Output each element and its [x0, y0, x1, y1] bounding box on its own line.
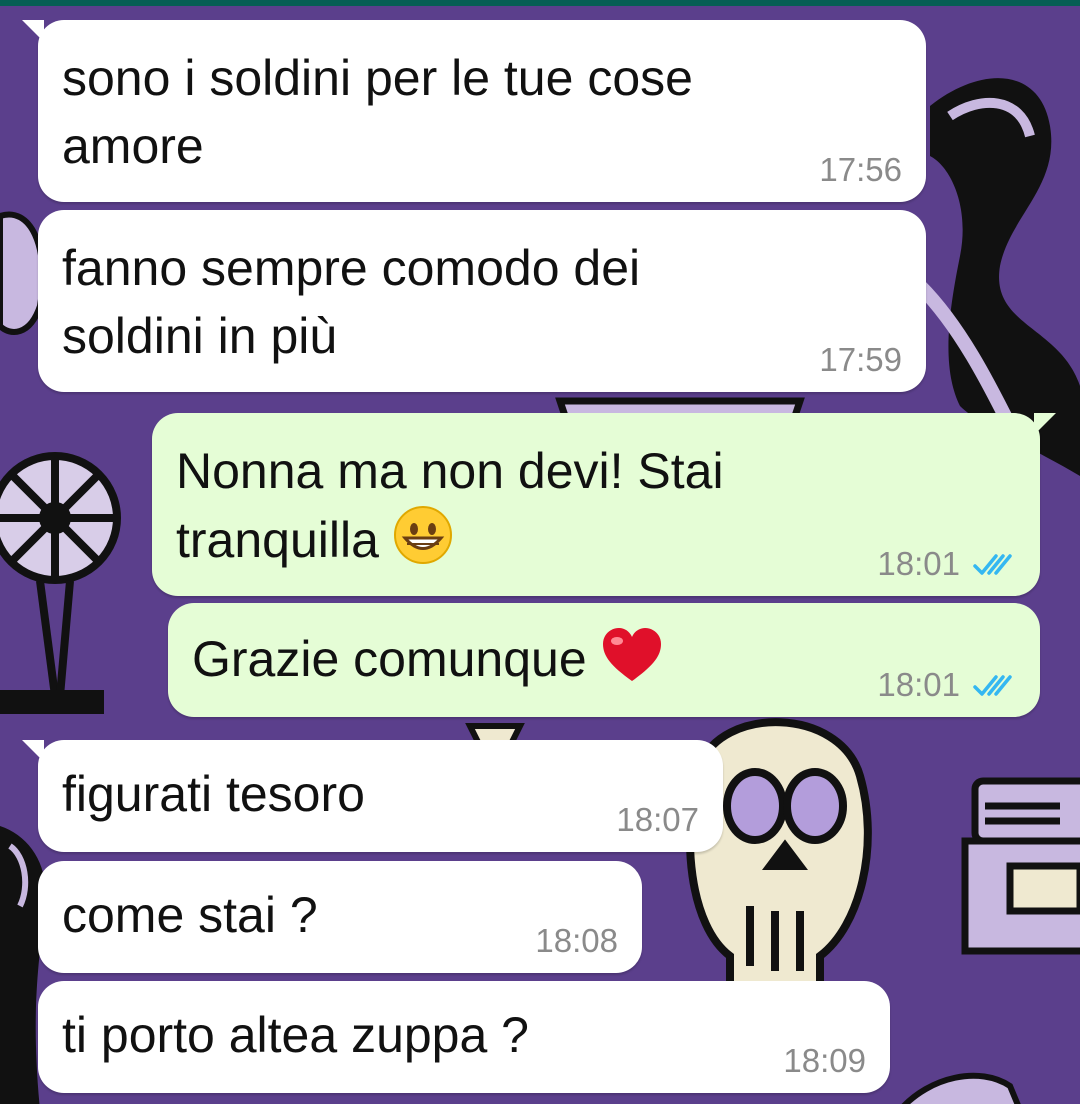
message-timestamp: 17:56	[819, 151, 902, 188]
message-text-content: Grazie comunque	[192, 631, 587, 687]
incoming-message-bubble[interactable]: sono i soldini per le tue cose amore 17:…	[22, 20, 926, 202]
bottom-creature-icon	[901, 1072, 1021, 1104]
message-meta: 18:08	[535, 921, 618, 961]
double-check-read-icon	[973, 554, 1012, 575]
bubble-tail	[1034, 413, 1056, 435]
message-meta: 17:59	[819, 340, 902, 380]
outgoing-message-bubble[interactable]: Nonna ma non devi! Stai tranquilla 18:01	[152, 413, 1056, 596]
message-meta: 18:07	[616, 800, 699, 840]
message-meta: 18:09	[783, 1041, 866, 1081]
message-meta: 17:56	[819, 150, 902, 190]
double-check-read-icon	[973, 675, 1012, 696]
red-heart-emoji	[602, 628, 661, 681]
message-timestamp: 17:59	[819, 341, 902, 378]
message-meta: 18:01	[877, 665, 1016, 705]
message-text: figurati tesoro	[62, 766, 365, 822]
bubble-tail	[22, 20, 44, 42]
incoming-message-bubble[interactable]: figurati tesoro 18:07	[22, 740, 723, 852]
message-timestamp: 18:01	[877, 545, 960, 582]
message-text: Grazie comunque	[192, 625, 663, 693]
message-timestamp: 18:07	[616, 801, 699, 838]
bubble-tail	[22, 740, 44, 762]
message-meta: 18:01	[877, 544, 1016, 584]
spinning-wheel-icon	[0, 452, 121, 714]
outgoing-message-bubble[interactable]: Grazie comunque 18:01	[168, 603, 1040, 717]
message-text: fanno sempre comodo dei soldini in più	[62, 240, 641, 364]
message-timestamp: 18:08	[535, 922, 618, 959]
grinning-face-emoji	[393, 506, 452, 564]
message-text: sono i soldini per le tue cose amore	[62, 50, 693, 174]
message-timestamp: 18:09	[783, 1042, 866, 1079]
message-text: come stai ?	[62, 887, 318, 943]
cash-register-icon	[961, 777, 1080, 955]
message-text: ti porto altea zuppa ?	[62, 1007, 529, 1063]
incoming-message-bubble[interactable]: ti porto altea zuppa ? 18:09	[38, 981, 890, 1093]
incoming-message-bubble[interactable]: fanno sempre comodo dei soldini in più 1…	[38, 210, 926, 392]
message-text: Nonna ma non devi! Stai tranquilla	[176, 437, 724, 574]
cat-ear-icon	[0, 211, 46, 335]
incoming-message-bubble[interactable]: come stai ? 18:08	[38, 861, 642, 973]
message-timestamp: 18:01	[877, 666, 960, 703]
